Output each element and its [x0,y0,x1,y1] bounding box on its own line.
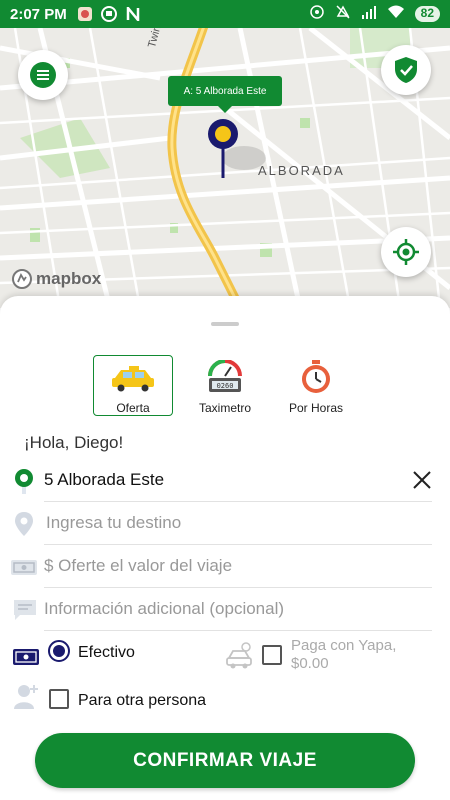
other-person-checkbox[interactable] [49,689,69,709]
status-bar: 2:07 PM 82 [0,0,450,28]
confirm-trip-label: CONFIRMAR VIAJE [133,749,317,771]
crosshair-icon [393,239,419,265]
mode-oferta-label: Oferta [116,401,150,415]
mute-icon [335,4,351,24]
locate-button[interactable] [381,227,431,277]
destination-pin-icon [12,511,36,537]
divider [44,501,432,502]
status-time: 2:07 PM [10,5,67,23]
safety-button[interactable] [381,45,431,95]
confirm-trip-button[interactable]: CONFIRMAR VIAJE [35,733,415,788]
yapa-label-line1: Paga con Yapa, [291,637,397,654]
offer-field[interactable]: $ Oferte el valor del viaje [0,546,450,588]
taxi-icon [112,365,154,391]
pin-tooltip-text: A: 5 Alborada Este [183,85,267,97]
stopwatch-icon [302,360,330,393]
clear-origin-icon[interactable] [412,470,432,490]
menu-icon [30,62,56,88]
cash-icon [13,649,39,665]
money-icon [10,554,38,580]
hotspot-icon [309,4,325,24]
area-label: ALBORADA [258,163,345,178]
mode-por-horas-label: Por Horas [288,401,344,415]
pin-tooltip[interactable]: A: 5 Alborada Este [168,76,282,113]
yapa-label-line2: $0.00 [291,655,329,672]
mode-taximetro-label: Taximetro [198,401,251,415]
comment-icon [12,597,36,623]
origin-field[interactable]: 5 Alborada Este [0,460,450,502]
destination-placeholder: Ingresa tu destino [46,513,182,532]
sheet-drag-handle[interactable] [211,322,239,326]
other-person-label: Para otra persona [78,692,207,709]
wifi-icon [387,5,405,23]
booking-sheet: Oferta 0260 Taximetro Por Horas ¡Hola, D… [0,296,450,800]
mode-por-horas[interactable]: Por Horas [276,355,356,416]
taximeter-icon: 0260 [208,360,242,392]
mode-taximetro[interactable]: 0260 Taximetro [185,355,265,416]
cash-radio-dot [53,645,65,657]
divider [44,544,432,545]
mapbox-label: mapbox [36,269,102,288]
greeting: ¡Hola, Diego! [24,433,124,452]
bus-icon [100,6,117,22]
additional-info-placeholder: Información adicional (opcional) [44,599,285,618]
yapa-car-icon [226,642,252,669]
menu-button[interactable] [18,50,68,100]
divider [44,587,432,588]
notification-icon [77,6,93,22]
n-icon [125,6,141,22]
destination-field[interactable]: Ingresa tu destino [0,503,450,545]
svg-text:0260: 0260 [217,382,234,390]
battery-level: 82 [414,6,440,22]
add-person-icon [14,685,38,709]
mode-oferta[interactable]: Oferta [93,355,173,416]
signal-icon [361,5,377,23]
origin-value: 5 Alborada Este [44,470,165,489]
divider [44,630,432,631]
additional-info-field[interactable]: Información adicional (opcional) [0,589,450,631]
mapbox-logo-icon [12,269,32,289]
map-view[interactable]: Twintz ALBORADA A: 5 Alborada Este mapbo… [0,28,450,308]
cash-label: Efectivo [78,644,135,661]
yapa-checkbox[interactable] [262,645,282,665]
cash-radio[interactable] [48,640,70,662]
map-pin-icon[interactable] [206,118,270,180]
shield-check-icon [395,57,417,83]
mapbox-attribution[interactable]: mapbox [12,269,101,289]
origin-pin-icon [12,468,36,494]
offer-placeholder: $ Oferte el valor del viaje [44,556,233,575]
